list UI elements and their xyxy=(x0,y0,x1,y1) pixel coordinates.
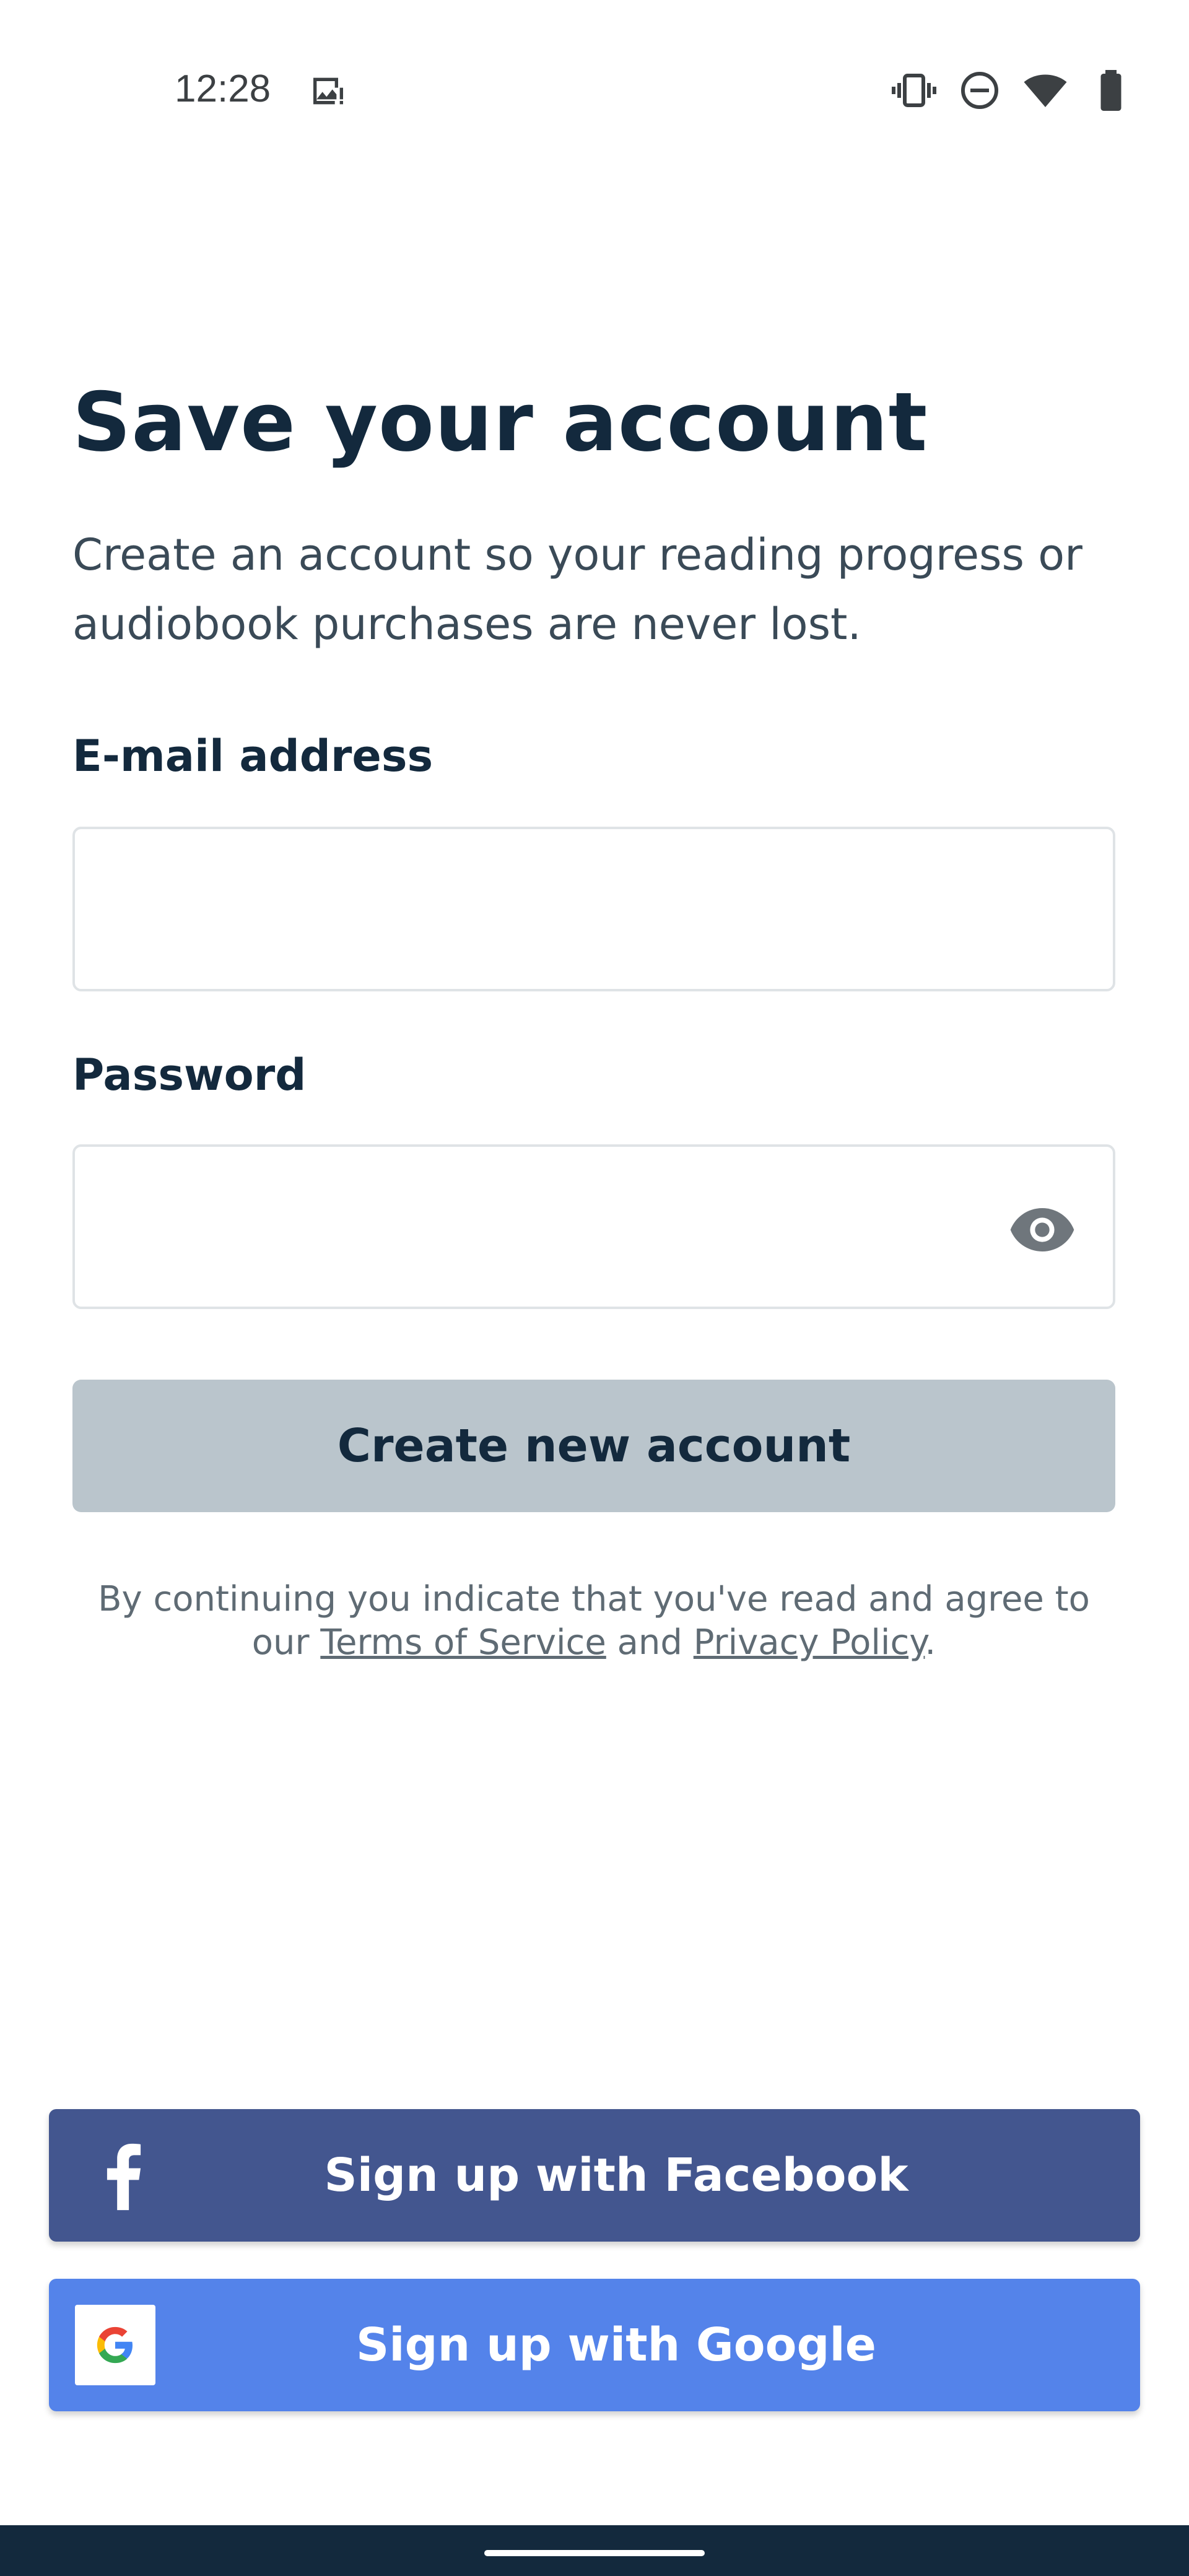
status-time: 12:28 xyxy=(175,67,271,110)
status-bar: 12:28 xyxy=(0,0,1189,186)
google-signup-button[interactable]: Sign up with Google xyxy=(49,2279,1140,2411)
terms-of-service-link[interactable]: Terms of Service xyxy=(320,1622,606,1663)
password-field[interactable] xyxy=(75,1147,942,1307)
vibrate-icon xyxy=(892,74,936,107)
legal-text-suffix: . xyxy=(925,1622,936,1663)
email-label: E-mail address xyxy=(72,731,433,781)
password-field-container xyxy=(72,1144,1115,1309)
email-field-container xyxy=(72,827,1115,991)
legal-notice: By continuing you indicate that you've r… xyxy=(72,1578,1115,1664)
battery-icon xyxy=(1100,70,1121,111)
facebook-signup-label: Sign up with Facebook xyxy=(324,2149,908,2202)
home-indicator[interactable] xyxy=(484,2550,705,2556)
password-label: Password xyxy=(72,1050,307,1100)
google-signup-label: Sign up with Google xyxy=(356,2318,876,2372)
legal-text-middle: and xyxy=(606,1622,694,1663)
page-subtitle: Create an account so your reading progre… xyxy=(72,529,1082,650)
do-not-disturb-icon xyxy=(961,72,998,109)
eye-icon[interactable] xyxy=(1008,1195,1077,1264)
image-alert-icon xyxy=(313,77,343,105)
wifi-icon xyxy=(1024,74,1067,107)
page-title: Save your account xyxy=(72,375,928,469)
status-icons xyxy=(892,68,1133,113)
email-field[interactable] xyxy=(75,829,942,989)
privacy-policy-link[interactable]: Privacy Policy xyxy=(694,1622,925,1663)
create-account-button[interactable]: Create new account xyxy=(72,1380,1115,1512)
facebook-signup-button[interactable]: Sign up with Facebook xyxy=(49,2109,1140,2242)
